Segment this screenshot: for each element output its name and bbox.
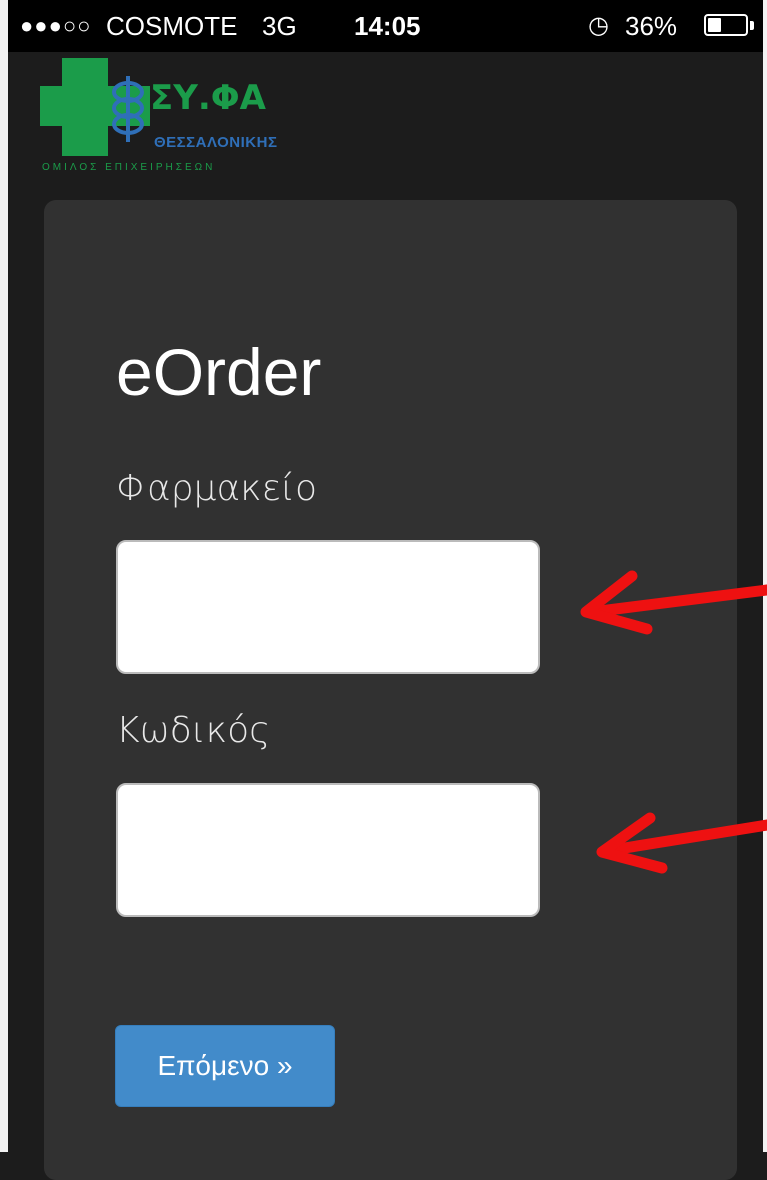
battery-percent: 36% [625,11,678,41]
battery-icon [704,14,748,36]
battery-level-fill [708,18,721,32]
clock-time: 14:05 [354,11,421,41]
code-input[interactable] [116,783,540,917]
device-frame-left [0,0,8,1152]
network-type: 3G [262,11,297,41]
pharmacy-input[interactable] [116,540,540,674]
green-cross-logo-icon [40,58,150,156]
pharmacy-label: Φαρμακείο [116,468,317,509]
battery-tip [750,21,754,30]
alarm-clock-icon: ◷ [588,12,609,39]
company-logo: ΣΥ.ΦΑ ΘΕΣΣΑΛΟΝΙΚΗΣ ΟΜΙΛΟΣ ΕΠΙΧΕΙΡΗΣΕΩΝ [40,58,300,180]
code-label: Κωδικός [116,710,271,751]
status-bar: ●●●○○ COSMOTE 3G 14:05 ◷ 36% [8,0,763,52]
signal-strength-icon: ●●●○○ [20,13,92,38]
logo-subtitle: ΘΕΣΣΑΛΟΝΙΚΗΣ [154,134,278,151]
carrier-name: COSMOTE [106,11,238,41]
next-button[interactable]: Επόμενο » [115,1025,335,1107]
logo-tagline: ΟΜΙΛΟΣ ΕΠΙΧΕΙΡΗΣΕΩΝ [42,162,216,173]
page-title: eOrder [116,335,322,409]
logo-text: ΣΥ.ΦΑ [150,78,266,118]
device-frame-right [763,0,767,1152]
